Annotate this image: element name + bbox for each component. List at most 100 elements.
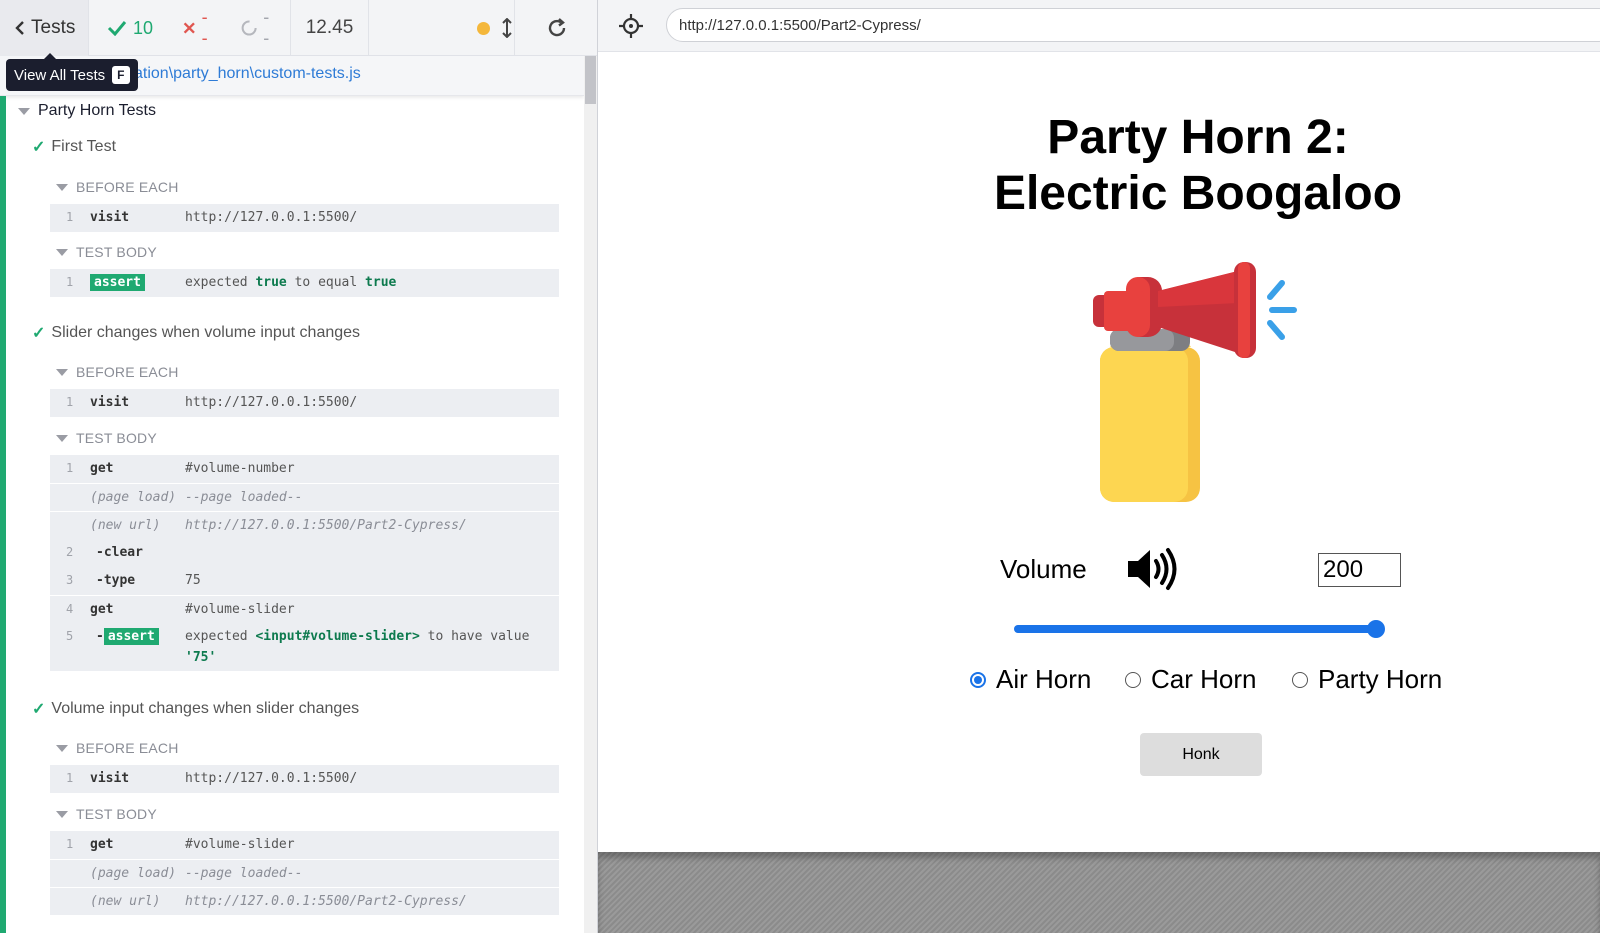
hook-label: TEST BODY: [76, 806, 157, 822]
command-row[interactable]: (new url) http://127.0.0.1:5500/Part2-Cy…: [50, 887, 559, 915]
scrollbar-thumb[interactable]: [585, 56, 596, 104]
command-row[interactable]: 4 get #volume-slider: [50, 595, 559, 623]
volume-number-input[interactable]: [1318, 553, 1401, 587]
test-body-hook[interactable]: TEST BODY: [56, 244, 157, 260]
command-list: 1 visit http://127.0.0.1:5500/: [50, 389, 559, 417]
command-number: 1: [66, 461, 74, 475]
command-row[interactable]: 3 -type 75: [50, 567, 559, 595]
radio-car-horn[interactable]: Car Horn: [1125, 664, 1256, 695]
spec-path-link[interactable]: ation\party_horn\custom-tests.js: [134, 65, 361, 83]
command-name: get: [90, 837, 114, 852]
spinner-icon: [241, 20, 257, 36]
assert-message: expected <input#volume-slider> to have v…: [185, 629, 530, 665]
command-number: 1: [66, 837, 74, 851]
volume-slider-thumb[interactable]: [1367, 620, 1385, 638]
before-each-hook[interactable]: BEFORE EACH: [56, 179, 179, 195]
command-row[interactable]: 2 -clear: [50, 539, 559, 567]
command-row[interactable]: 1 visit http://127.0.0.1:5500/: [50, 765, 559, 793]
command-list: 1 get #volume-number (page load) --page …: [50, 455, 559, 671]
assert-badge: - assert: [96, 628, 159, 645]
selector-playground-icon[interactable]: [618, 13, 644, 39]
view-all-tests-button[interactable]: Tests: [0, 0, 89, 56]
auto-scroll-icon[interactable]: [502, 18, 512, 38]
suite-title[interactable]: Party Horn Tests: [18, 102, 156, 120]
command-row[interactable]: (page load) --page loaded--: [50, 483, 559, 511]
command-row[interactable]: 1 get #volume-slider: [50, 831, 559, 859]
command-number: 1: [66, 275, 74, 289]
command-message: #volume-slider: [185, 602, 295, 617]
caret-down-icon: [18, 107, 30, 115]
command-row[interactable]: 1 get #volume-number: [50, 455, 559, 483]
command-list: 1 visit http://127.0.0.1:5500/: [50, 204, 559, 232]
radio-party-horn[interactable]: Party Horn: [1292, 664, 1442, 695]
radio-button[interactable]: [970, 671, 986, 688]
stats-group: 10 -- --: [89, 0, 291, 56]
event-name: (page load): [90, 490, 177, 505]
test-item[interactable]: ✓ Slider changes when volume input chang…: [32, 323, 360, 343]
command-number: 2: [66, 545, 74, 559]
hook-label: TEST BODY: [76, 430, 157, 446]
command-row[interactable]: 1 assert expected true to equal true: [50, 269, 559, 297]
passed-count: 10: [133, 17, 154, 38]
reporter-header: Tests 10 -- -- 12.45: [0, 0, 597, 56]
test-body-hook[interactable]: TEST BODY: [56, 430, 157, 446]
test-item[interactable]: ✓ First Test: [32, 137, 116, 157]
event-name: (new url): [90, 518, 161, 533]
command-row[interactable]: (new url) http://127.0.0.1:5500/Part2-Cy…: [50, 511, 559, 539]
volume-label: Volume: [1000, 554, 1087, 584]
title-line-1: Party Horn 2:: [1047, 111, 1349, 164]
event-message: http://127.0.0.1:5500/Part2-Cypress/: [185, 518, 467, 533]
command-message: http://127.0.0.1:5500/: [185, 771, 358, 786]
before-each-hook[interactable]: BEFORE EACH: [56, 364, 179, 380]
command-message: #volume-number: [185, 461, 295, 476]
command-row[interactable]: 5 - assert expected <input#volume-slider>…: [50, 623, 559, 671]
pending-count: --: [263, 7, 270, 48]
radio-button[interactable]: [1292, 671, 1308, 688]
radio-air-horn[interactable]: Air Horn: [970, 664, 1091, 695]
command-row[interactable]: 1 visit http://127.0.0.1:5500/: [50, 204, 559, 232]
tests-label: Tests: [31, 17, 76, 38]
url-text: http://127.0.0.1:5500/Part2-Cypress/: [679, 16, 921, 34]
command-message: http://127.0.0.1:5500/: [185, 210, 358, 225]
honk-button[interactable]: Honk: [1140, 733, 1262, 776]
reload-button[interactable]: [515, 0, 597, 56]
failed-stat: --: [183, 7, 211, 49]
event-message: --page loaded--: [185, 490, 303, 505]
event-message: --page loaded--: [185, 866, 303, 881]
command-list: 1 get #volume-slider (page load) --page …: [50, 831, 559, 915]
test-title: Slider changes when volume input changes: [51, 324, 361, 341]
air-horn-image: [1093, 262, 1297, 502]
check-icon: ✓: [32, 701, 46, 718]
suite-status-bar: [0, 96, 6, 933]
hook-label: BEFORE EACH: [76, 364, 179, 380]
command-name: visit: [90, 210, 130, 225]
command-list: 1 assert expected true to equal true: [50, 269, 559, 297]
reporter-scrollbar[interactable]: [584, 56, 597, 933]
status-dot-icon: [477, 21, 490, 35]
aut-background: [598, 852, 1600, 933]
command-list: 1 visit http://127.0.0.1:5500/: [50, 765, 559, 793]
before-each-hook[interactable]: BEFORE EACH: [56, 740, 179, 756]
radio-button[interactable]: [1125, 671, 1141, 688]
command-number: 4: [66, 602, 74, 616]
test-item[interactable]: ✓ Volume input changes when slider chang…: [32, 699, 359, 719]
caret-down-icon: [56, 183, 68, 191]
test-body-hook[interactable]: TEST BODY: [56, 806, 157, 822]
command-name: visit: [90, 771, 130, 786]
app-frame: Party Horn 2: Electric Boogaloo Volume 2…: [598, 52, 1600, 852]
caret-down-icon: [56, 810, 68, 818]
command-name: visit: [90, 395, 130, 410]
command-number: 3: [66, 573, 74, 587]
command-row[interactable]: (page load) --page loaded--: [50, 859, 559, 887]
url-bar[interactable]: http://127.0.0.1:5500/Part2-Cypress/: [666, 8, 1600, 42]
suite-title-label: Party Horn Tests: [38, 102, 156, 119]
radio-label: Car Horn: [1151, 664, 1257, 694]
command-row[interactable]: 1 visit http://127.0.0.1:5500/: [50, 389, 559, 417]
test-reporter: Tests 10 -- -- 12.45 ation\party_horn\cu…: [0, 0, 598, 933]
controls: [369, 0, 515, 56]
volume-slider[interactable]: [1014, 625, 1382, 633]
caret-down-icon: [56, 368, 68, 376]
failed-count: --: [201, 7, 208, 48]
event-message: http://127.0.0.1:5500/Part2-Cypress/: [185, 894, 467, 909]
command-message: #volume-slider: [185, 837, 295, 852]
